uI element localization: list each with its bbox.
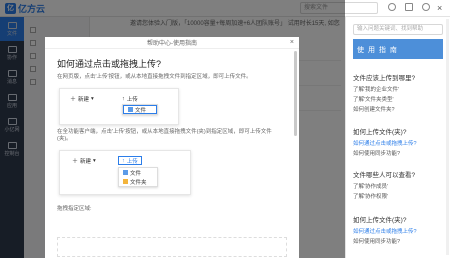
help-search-input[interactable]: 输入问题关键词、找到帮助 xyxy=(353,24,443,35)
help-link[interactable]: 了解'协作权限' xyxy=(353,192,388,200)
upload-button: ↑ 上传 xyxy=(118,156,142,165)
help-icon[interactable] xyxy=(388,3,396,11)
avatar[interactable] xyxy=(422,3,430,11)
upload-label: 上传 xyxy=(126,158,138,165)
upload-label: 上传 xyxy=(126,96,138,103)
modal-scrollbar[interactable] xyxy=(294,51,297,136)
help-section-title: 如何上传文件(夹)? xyxy=(353,217,407,224)
help-panel: 输入问题关键词、找到帮助 使 用 指 南 文件应该上传到哪里? 了解'我的企业文… xyxy=(345,17,450,258)
upload-button: ↑ 上传 xyxy=(122,94,138,103)
help-section-title: 文件哪些人可以查看? xyxy=(353,172,416,179)
modal-body: 如何通过点击或拖拽上传? 在网页版，点击'上传'按钮，或从本地直接拖拽文件到指定… xyxy=(45,49,299,213)
help-modal: 帮助中心-使用指南 × 如何通过点击或拖拽上传? 在网页版，点击'上传'按钮，或… xyxy=(45,37,299,258)
upload-icon: ↑ xyxy=(122,95,125,102)
drop-zone-illustration xyxy=(57,237,287,257)
help-section-title: 文件应该上传到哪里? xyxy=(353,75,416,82)
file-icon xyxy=(123,170,128,175)
upload-dropdown: 文件 文件夹 xyxy=(118,167,158,187)
chevron-down-icon: ▾ xyxy=(91,95,94,102)
plus-icon: ＋ xyxy=(70,97,77,103)
new-label: 新建 xyxy=(78,96,90,103)
article-paragraph: 在全功能客户端，点击'上传'按钮，或从本地直接拖拽文件(夹)到指定区域，即可上传… xyxy=(57,129,272,142)
help-section-title: 如何上传文件(夹)? xyxy=(353,129,407,136)
help-link[interactable]: 了解'我的企业文件' xyxy=(353,85,399,93)
dropdown-item-file: 文件 xyxy=(119,168,157,177)
file-icon xyxy=(128,107,133,112)
help-link-active[interactable]: 如何通过点击或拖拽上传? xyxy=(353,227,417,235)
help-banner[interactable]: 使 用 指 南 xyxy=(353,39,443,59)
upload-dropdown: 文件 xyxy=(122,104,158,115)
notification-icon[interactable] xyxy=(405,3,413,11)
help-scrollbar[interactable] xyxy=(446,19,449,255)
upload-icon: ↑ xyxy=(122,157,125,164)
new-label: 新建 xyxy=(80,158,92,165)
new-button: ＋ 新建 ▾ xyxy=(72,156,96,166)
help-link[interactable]: 如何使用同步功能? xyxy=(353,149,400,157)
help-link[interactable]: 如何使用同步功能? xyxy=(353,237,400,245)
article-paragraph: 在网页版，点击'上传'按钮，或从本地直接拖拽文件到指定区域，即可上传文件。 xyxy=(57,74,252,80)
modal-close-icon[interactable]: × xyxy=(290,39,294,46)
article-paragraph: 拖拽指定区域: xyxy=(57,206,92,212)
file-label: 文件 xyxy=(135,107,147,114)
chevron-down-icon: ▾ xyxy=(93,157,96,164)
help-link-active[interactable]: 如何通过点击或拖拽上传? xyxy=(353,139,417,147)
plus-icon: ＋ xyxy=(72,159,79,165)
help-link[interactable]: 了解'文件夹类型' xyxy=(353,95,394,103)
client-upload-illustration: ＋ 新建 ▾ ↑ 上传 文件 文件夹 xyxy=(59,150,191,195)
banner-text: 使 用 指 南 xyxy=(357,47,398,54)
help-link[interactable]: 如何创建文件夹? xyxy=(353,105,395,113)
modal-title: 帮助中心-使用指南 xyxy=(45,37,299,49)
help-close-icon[interactable]: × xyxy=(437,3,442,13)
dropdown-item-folder: 文件夹 xyxy=(119,177,157,186)
article-heading: 如何通过点击或拖拽上传? xyxy=(57,59,162,69)
top-icons xyxy=(388,3,430,11)
modal-title-text: 帮助中心-使用指南 xyxy=(147,41,197,47)
web-upload-illustration: ＋ 新建 ▾ ↑ 上传 文件 xyxy=(59,88,179,125)
file-label: 文件 xyxy=(130,170,142,177)
folder-label: 文件夹 xyxy=(130,179,147,186)
folder-icon xyxy=(123,179,128,184)
help-link[interactable]: 了解'协作成员' xyxy=(353,182,388,190)
dropdown-item-file: 文件 xyxy=(123,105,157,114)
new-button: ＋ 新建 ▾ xyxy=(70,94,94,104)
